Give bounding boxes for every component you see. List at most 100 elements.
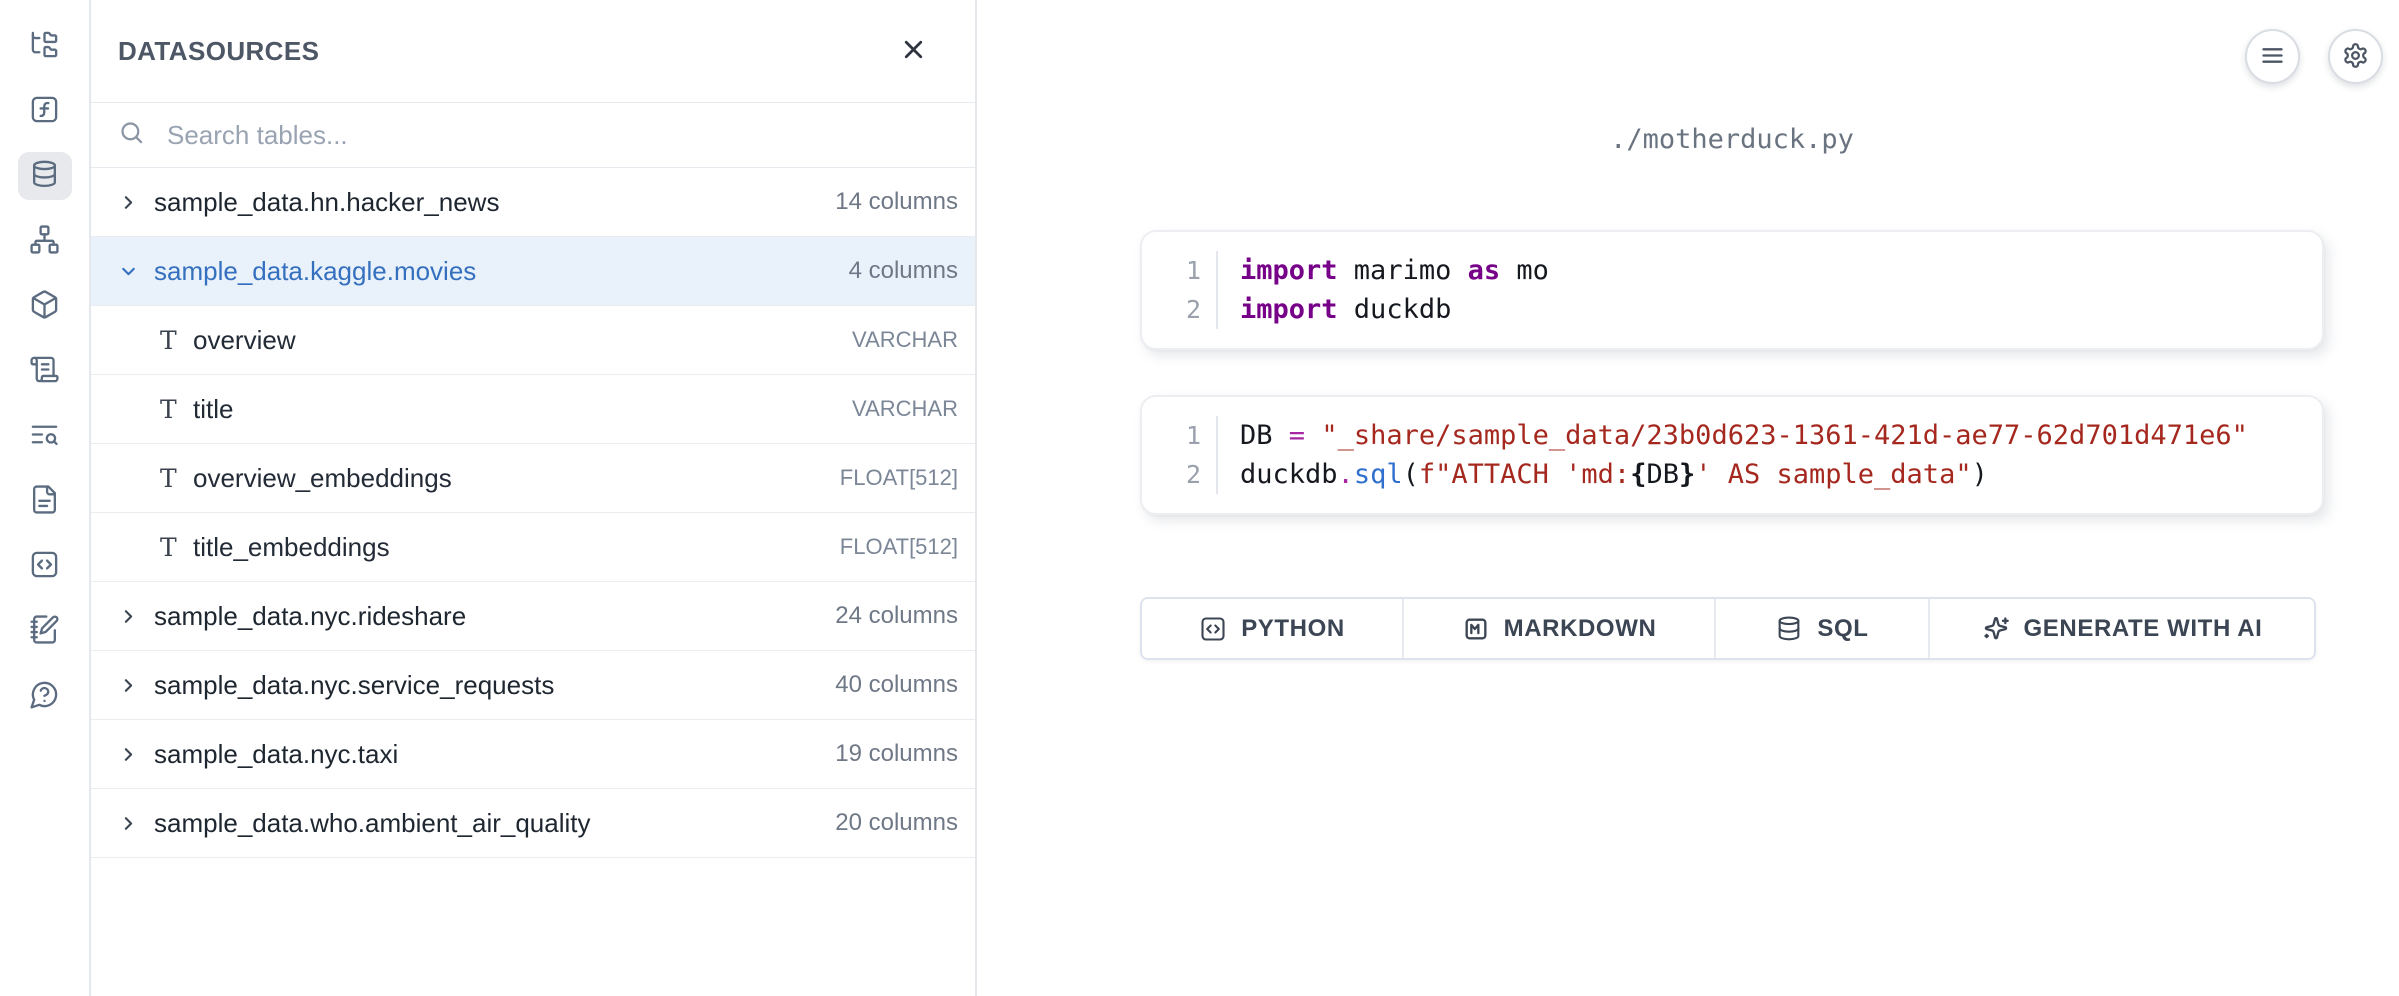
column-name: overview	[193, 325, 296, 356]
network-icon	[29, 224, 60, 258]
line-numbers: 12	[1142, 416, 1218, 494]
text-type-icon: T	[160, 533, 193, 562]
table-columns-count: 20 columns	[835, 809, 958, 837]
sidebar-item-datasources[interactable]	[18, 152, 72, 200]
function-square-icon	[29, 94, 60, 128]
table-columns-count: 14 columns	[835, 188, 958, 216]
top-actions	[2245, 29, 2383, 84]
code-line: duckdb.sql(f"ATTACH 'md:{DB}' AS sample_…	[1240, 455, 2322, 494]
table-name: sample_data.hn.hacker_news	[154, 187, 499, 218]
sidebar-item-scratchpad[interactable]	[18, 607, 72, 655]
chevron-right-icon[interactable]	[118, 744, 154, 765]
line-number: 1	[1142, 416, 1201, 455]
code-editor[interactable]: import marimo as moimport duckdb	[1218, 251, 2322, 329]
column-type: VARCHAR	[852, 327, 958, 353]
table-name: sample_data.nyc.taxi	[154, 739, 398, 770]
settings-button[interactable]	[2328, 29, 2383, 84]
notebook-area: ./motherduck.py 12 import marimo as moim…	[977, 0, 2399, 996]
sidebar-item-file-explorer[interactable]	[18, 22, 72, 70]
text-type-icon: T	[160, 464, 193, 493]
text-search-icon	[29, 419, 60, 453]
sidebar-item-help[interactable]	[18, 672, 72, 720]
close-panel-button[interactable]	[891, 29, 935, 73]
scroll-icon	[29, 354, 60, 388]
table-columns-count: 24 columns	[835, 602, 958, 630]
code-line: import duckdb	[1240, 290, 2322, 329]
code-line: DB = "_share/sample_data/23b0d623-1361-4…	[1240, 416, 2322, 455]
code-cell-1[interactable]: 12 import marimo as moimport duckdb	[1140, 230, 2324, 350]
panel-header: DATASOURCES	[91, 0, 975, 103]
code-square-icon	[1199, 615, 1227, 643]
search-input[interactable]	[167, 120, 955, 151]
code-line: import marimo as mo	[1240, 251, 2322, 290]
file-tree-icon	[29, 29, 60, 63]
column-type: FLOAT[512]	[840, 534, 958, 560]
add-button-label: SQL	[1817, 615, 1868, 643]
column-type: FLOAT[512]	[840, 465, 958, 491]
activity-bar	[0, 0, 91, 996]
table-row[interactable]: sample_data.hn.hacker_news 14 columns	[91, 168, 975, 237]
table-name: sample_data.nyc.service_requests	[154, 670, 554, 701]
code-editor[interactable]: DB = "_share/sample_data/23b0d623-1361-4…	[1218, 416, 2322, 494]
file-text-icon	[29, 484, 60, 518]
table-name: sample_data.nyc.rideshare	[154, 601, 466, 632]
add-cell-bar: PYTHON MARKDOWN SQL GENERATE WITH AI	[1140, 597, 2316, 660]
markdown-icon	[1462, 615, 1490, 643]
column-row[interactable]: Toverview VARCHAR	[91, 306, 975, 375]
add-sql-cell-button[interactable]: SQL	[1716, 599, 1930, 658]
table-row[interactable]: sample_data.nyc.taxi 19 columns	[91, 720, 975, 789]
column-row[interactable]: Ttitle_embeddings FLOAT[512]	[91, 513, 975, 582]
chevron-right-icon[interactable]	[118, 192, 154, 213]
search-icon	[118, 119, 145, 151]
package-icon	[29, 289, 60, 323]
database-icon	[29, 159, 60, 193]
code-cell-2[interactable]: 12 DB = "_share/sample_data/23b0d623-136…	[1140, 395, 2324, 515]
table-row[interactable]: sample_data.kaggle.movies4 columns	[91, 237, 975, 306]
notebook-pen-icon	[29, 614, 60, 648]
column-name: overview_embeddings	[193, 463, 452, 494]
sidebar-item-packages[interactable]	[18, 282, 72, 330]
sparkles-icon	[1982, 615, 2010, 643]
table-name: sample_data.who.ambient_air_quality	[154, 808, 591, 839]
notebook-filename[interactable]: ./motherduck.py	[1140, 124, 2324, 155]
datasources-panel: DATASOURCES sample_data.hn.hacker_news 14…	[91, 0, 977, 996]
generate-with-ai-button[interactable]: GENERATE WITH AI	[1930, 599, 2314, 658]
column-type: VARCHAR	[852, 396, 958, 422]
column-name: title	[193, 394, 233, 425]
panel-title: DATASOURCES	[118, 36, 319, 67]
chevron-right-icon[interactable]	[118, 606, 154, 627]
gear-icon	[2342, 42, 2369, 72]
add-python-cell-button[interactable]: PYTHON	[1142, 599, 1404, 658]
tables-list: sample_data.hn.hacker_news14 columnssamp…	[91, 168, 975, 996]
add-button-label: GENERATE WITH AI	[2024, 615, 2263, 643]
text-type-icon: T	[160, 326, 193, 355]
table-row[interactable]: sample_data.nyc.rideshare 24 columns	[91, 582, 975, 651]
menu-icon	[2259, 42, 2286, 72]
line-number: 2	[1142, 290, 1201, 329]
add-markdown-cell-button[interactable]: MARKDOWN	[1404, 599, 1716, 658]
table-row[interactable]: sample_data.who.ambient_air_quality 20 co…	[91, 789, 975, 858]
sidebar-item-variables[interactable]	[18, 87, 72, 135]
add-button-label: PYTHON	[1241, 615, 1345, 643]
table-name: sample_data.kaggle.movies	[154, 256, 476, 287]
column-name: title_embeddings	[193, 532, 390, 563]
sidebar-item-logs[interactable]	[18, 347, 72, 395]
message-question-icon	[29, 679, 60, 713]
sidebar-item-documentation[interactable]	[18, 477, 72, 525]
column-row[interactable]: Ttitle VARCHAR	[91, 375, 975, 444]
chevron-down-icon[interactable]	[118, 261, 154, 282]
table-columns-count: 40 columns	[835, 671, 958, 699]
sidebar-item-dependencies[interactable]	[18, 217, 72, 265]
menu-button[interactable]	[2245, 29, 2300, 84]
code-square-icon	[29, 549, 60, 583]
add-button-label: MARKDOWN	[1504, 615, 1657, 643]
text-type-icon: T	[160, 395, 193, 424]
chevron-right-icon[interactable]	[118, 813, 154, 834]
app-window: DATASOURCES sample_data.hn.hacker_news14…	[0, 0, 2399, 996]
sidebar-item-tracebacks[interactable]	[18, 412, 72, 460]
table-row[interactable]: sample_data.nyc.service_requests 40 colum…	[91, 651, 975, 720]
sidebar-item-snippets[interactable]	[18, 542, 72, 590]
column-row[interactable]: Toverview_embeddings FLOAT[512]	[91, 444, 975, 513]
chevron-right-icon[interactable]	[118, 675, 154, 696]
table-columns-count: 19 columns	[835, 740, 958, 768]
